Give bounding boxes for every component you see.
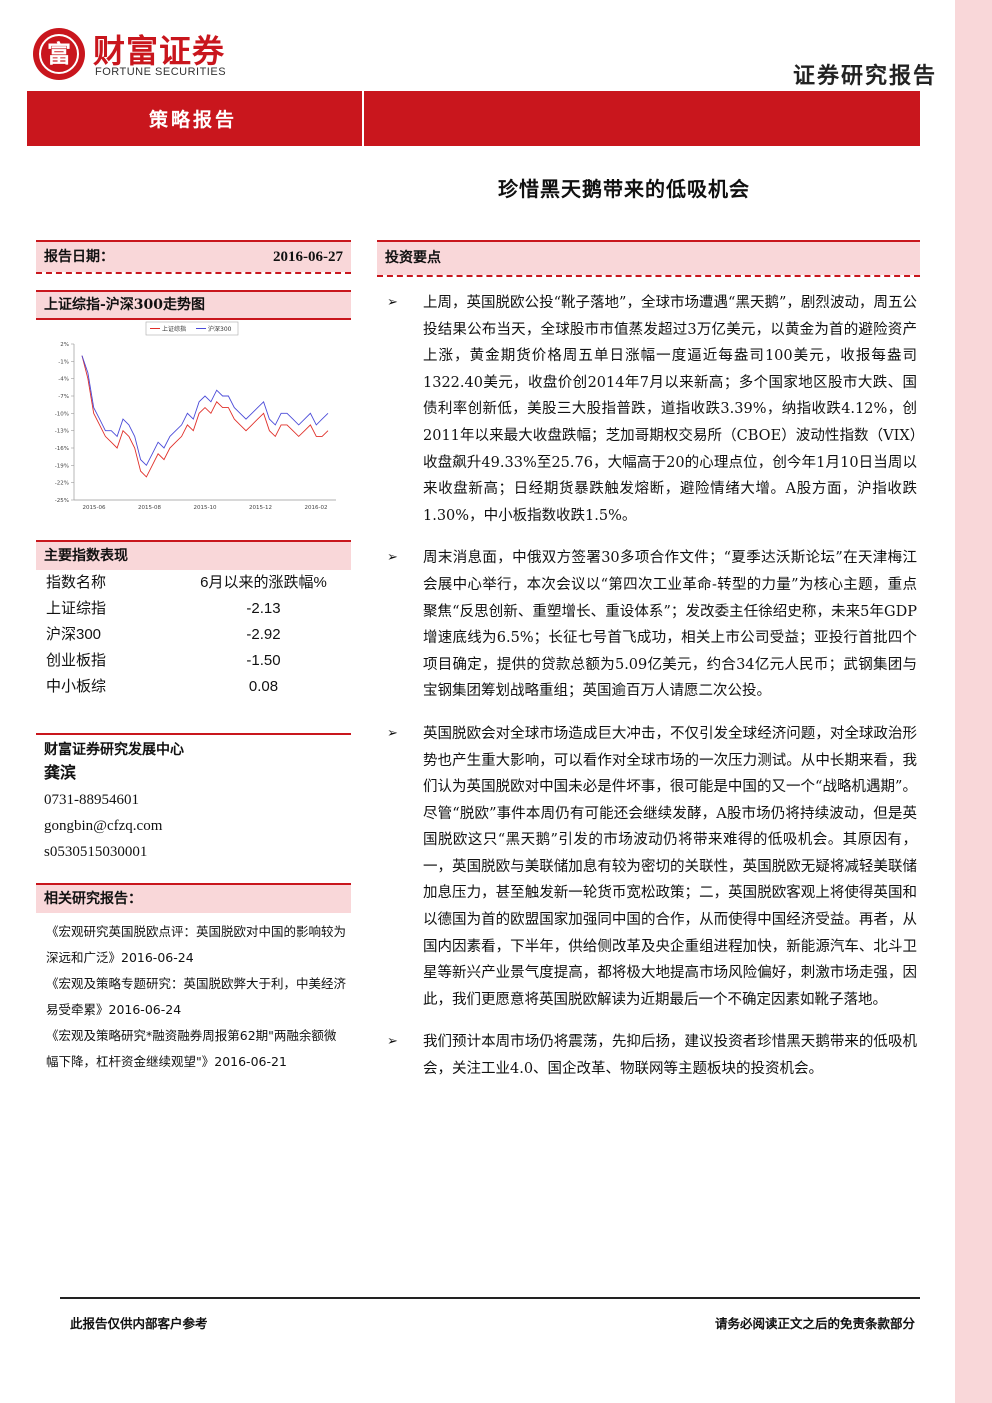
index-change: -1.50 (246, 652, 281, 669)
analyst-name: 龚滨 (44, 765, 77, 782)
research-center-title: 财富证券研究发展中心 (44, 742, 184, 758)
investment-point: ➢ 上周，英国脱欧公投“靴子落地”，全球市场遭遇“黑天鹅”，剧烈波动，周五公投结… (377, 290, 917, 529)
related-reports: 相关研究报告： 《宏观研究英国脱欧点评：英国脱欧对中国的影响较为深远和广泛》20… (36, 883, 351, 1075)
banner-divider (362, 91, 364, 146)
related-report-item[interactable]: 《宏观及策略研究*融资融券周报第62期"两融余额微幅下降，杠杆资金继续观望"》2… (46, 1023, 347, 1075)
related-report-item[interactable]: 《宏观及策略专题研究：英国脱欧弊大于利，中美经济易受牵累》2016-06-24 (46, 971, 347, 1023)
y-tick-label: -19% (55, 463, 69, 469)
point-text: 上周，英国脱欧公投“靴子落地”，全球市场遭遇“黑天鹅”，剧烈波动，周五公投结果公… (423, 295, 917, 524)
series-line (81, 355, 329, 467)
footer-divider (60, 1297, 920, 1299)
y-tick-label: 2% (60, 342, 69, 348)
chart-svg: 2% -1% -4% -7% -10% -13% -16% -19% -22% -25% 2015-… (55, 321, 336, 511)
index-table-header: 指数名称 6月以来的涨跌幅% (36, 570, 351, 596)
investment-summary-header: 投资要点 (377, 240, 920, 277)
analyst-phone: 0731-88954601 (44, 792, 139, 808)
chart-section-title: 上证综指-沪深300走势图 (36, 292, 351, 318)
x-tick-label: 2016-02 (305, 505, 328, 511)
y-tick-label: -25% (55, 498, 69, 504)
analyst-contact: 财富证券研究发展中心 龚滨 0731-88954601 gongbin@cfzq… (36, 733, 351, 865)
bullet-arrow-icon: ➢ (387, 725, 398, 741)
legend-label: 沪深300 (208, 325, 232, 333)
index-table-title: 主要指数表现 (36, 542, 351, 570)
investment-point: ➢ 英国脱欧会对全球市场造成巨大冲击，不仅引发全球经济问题，对全球政治形势也产生… (377, 721, 917, 1014)
legend-label: 上证综指 (162, 325, 186, 333)
section-banner: 策略报告 (27, 91, 920, 146)
x-tick-label: 2015-08 (138, 505, 161, 511)
table-row: 沪深300 -2.92 (36, 622, 351, 648)
index-name: 沪深300 (46, 626, 102, 643)
index-performance-table: 主要指数表现 指数名称 6月以来的涨跌幅% 上证综指 -2.13 沪深300 -… (36, 540, 351, 700)
x-tick-label: 2015-06 (83, 505, 106, 511)
report-date-value: 2016-06-27 (273, 249, 343, 265)
index-name: 中小板综 (46, 678, 107, 695)
related-report-item[interactable]: 《宏观研究英国脱欧点评：英国脱欧对中国的影响较为深远和广泛》2016-06-24 (46, 919, 347, 971)
report-date-block: 报告日期： 2016-06-27 (36, 240, 351, 274)
analyst-license: s0530515030001 (44, 844, 148, 860)
index-name: 上证综指 (46, 600, 107, 617)
investment-points: ➢ 上周，英国脱欧公投“靴子落地”，全球市场遭遇“黑天鹅”，剧烈波动，周五公投结… (377, 290, 917, 1099)
table-row: 中小板综 0.08 (36, 674, 351, 700)
y-tick-label: -13% (55, 429, 69, 435)
section-label: 策略报告 (149, 109, 238, 131)
bullet-arrow-icon: ➢ (387, 550, 398, 566)
y-tick-label: -22% (55, 481, 69, 487)
y-tick-label: -7% (58, 394, 69, 400)
investment-point: ➢ 周末消息面，中俄双方签署30多项合作文件；“夏季达沃斯论坛”在天津梅江会展中… (377, 545, 917, 705)
analyst-email[interactable]: gongbin@cfzq.com (36, 813, 351, 839)
col-header-change: 6月以来的涨跌幅% (200, 574, 327, 591)
index-change: 0.08 (248, 678, 279, 695)
right-margin-strip (955, 0, 992, 1403)
y-tick-label: -16% (55, 446, 69, 452)
index-change: -2.92 (246, 626, 281, 643)
report-date-label: 报告日期： (44, 249, 114, 265)
col-header-name: 指数名称 (46, 574, 107, 591)
brand-logo-icon: 富 (33, 28, 85, 80)
point-text: 英国脱欧会对全球市场造成巨大冲击，不仅引发全球经济问题，对全球政治形势也产生重大… (423, 725, 917, 1008)
investment-title: 投资要点 (377, 242, 920, 275)
report-type: 证券研究报告 (792, 63, 937, 89)
footer-disclaimer-link[interactable]: 请务必阅读正文之后的免责条款部分 (715, 1313, 915, 1332)
index-trend-chart: 2% -1% -4% -7% -10% -13% -16% -19% -22% -25% 2015-… (36, 320, 351, 520)
table-row: 创业板指 -1.50 (36, 648, 351, 674)
index-name: 创业板指 (46, 652, 107, 669)
y-tick-label: -10% (55, 411, 69, 417)
point-text: 我们预计本周市场仍将震荡，先抑后扬，建议投资者珍惜黑天鹅带来的低吸机会，关注工业… (423, 1034, 917, 1078)
investment-point: ➢ 我们预计本周市场仍将震荡，先抑后扬，建议投资者珍惜黑天鹅带来的低吸机会，关注… (377, 1029, 917, 1082)
related-reports-title: 相关研究报告： (36, 885, 351, 913)
x-tick-label: 2015-10 (194, 505, 217, 511)
footer-note: 此报告仅供内部客户参考 (70, 1316, 208, 1331)
series-line (81, 355, 329, 478)
y-tick-label: -1% (58, 359, 69, 365)
bullet-arrow-icon: ➢ (387, 1034, 398, 1050)
chart-section: 上证综指-沪深300走势图 (36, 290, 351, 320)
table-row: 上证综指 -2.13 (36, 596, 351, 622)
bullet-arrow-icon: ➢ (387, 295, 398, 310)
point-text: 周末消息面，中俄双方签署30多项合作文件；“夏季达沃斯论坛”在天津梅江会展中心举… (423, 550, 917, 700)
index-change: -2.13 (246, 600, 281, 617)
y-tick-label: -4% (58, 377, 69, 383)
brand-name-en: FORTUNE SECURITIES (95, 66, 227, 78)
x-tick-label: 2015-12 (249, 505, 272, 511)
document-title: 珍惜黑天鹅带来的低吸机会 (498, 177, 750, 201)
